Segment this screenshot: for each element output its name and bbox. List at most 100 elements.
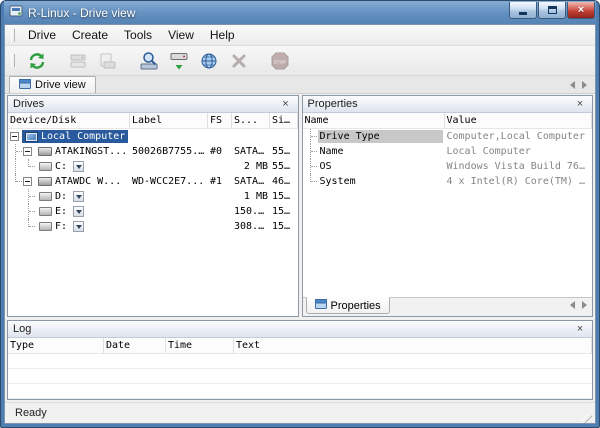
menu-bar: Drive Create Tools View Help <box>5 25 595 46</box>
hard-disk-icon <box>38 147 52 156</box>
status-text: Ready <box>15 407 47 419</box>
tree-expander-icon[interactable] <box>10 132 19 141</box>
property-row[interactable]: System4 x Intel(R) Core(TM) i5-4... <box>303 174 592 189</box>
properties-tab-strip: Properties <box>302 297 592 316</box>
drive-row[interactable]: Local Computer <box>8 129 298 144</box>
menu-view[interactable]: View <box>160 26 202 44</box>
menu-tools[interactable]: Tools <box>116 26 160 44</box>
remove-icon <box>232 54 245 67</box>
network-drives-button[interactable] <box>195 48 222 74</box>
create-image-button[interactable] <box>94 48 121 74</box>
property-row[interactable]: Name Local Computer <box>303 144 593 159</box>
properties-panel-title: Properties <box>307 98 358 110</box>
tree-line <box>10 159 23 174</box>
tab-scroll-right-icon[interactable] <box>582 81 587 89</box>
stop-button[interactable]: STOP <box>266 48 293 74</box>
toolbar: STOP <box>5 46 595 76</box>
tab-label: Drive view <box>35 79 86 91</box>
main-area: Drives × Device/Disk Label FS S... Size … <box>5 94 595 317</box>
column-header-text[interactable]: Text <box>234 338 592 353</box>
window-title: R-Linux - Drive view <box>28 6 136 20</box>
close-icon: × <box>577 3 585 16</box>
open-drive-image-icon <box>70 54 85 67</box>
stop-icon: STOP <box>271 52 288 69</box>
log-panel-close-icon[interactable]: × <box>573 322 587 336</box>
chevron-down-icon[interactable] <box>73 206 85 217</box>
tab-scroll-arrows <box>570 81 591 93</box>
log-panel-title: Log <box>13 323 32 335</box>
drive-row[interactable]: C:2 MB55.9... <box>8 159 298 174</box>
window-controls: × <box>509 2 595 19</box>
column-header-fs[interactable]: FS <box>208 113 232 128</box>
drives-panel: Drives × Device/Disk Label FS S... Size … <box>7 95 299 317</box>
chevron-down-icon[interactable] <box>73 191 85 202</box>
property-row[interactable]: OSWindows Vista Build 7601... <box>303 159 592 174</box>
properties-panel-header: Properties × <box>302 96 592 113</box>
drive-row[interactable]: E:150...158... <box>8 204 298 219</box>
column-header-size[interactable]: Size <box>270 113 298 128</box>
resize-grip[interactable] <box>579 410 592 423</box>
drive-row[interactable]: D:1 MB150... <box>8 189 298 204</box>
column-header-time[interactable]: Time <box>166 338 234 353</box>
partition-icon <box>39 162 52 171</box>
tab-drive-view[interactable]: Drive view <box>9 76 96 93</box>
title-bar[interactable]: R-Linux - Drive view × <box>4 1 596 24</box>
tab-scroll-left-icon[interactable] <box>570 301 575 309</box>
properties-rows: Drive Type Computer,Local Computer Name Loc… <box>303 129 593 297</box>
property-row[interactable]: Drive Type Computer,Local Computer <box>303 129 593 144</box>
drives-panel-close-icon[interactable]: × <box>279 97 293 111</box>
drive-row[interactable]: ATAKINGST...50026B7755...#0SATA2...55.9.… <box>8 144 298 159</box>
log-panel-header: Log × <box>8 321 592 338</box>
tree-line <box>23 219 36 234</box>
client-area: Drive Create Tools View Help STOP Drive … <box>4 24 596 424</box>
maximize-button[interactable] <box>538 2 566 19</box>
column-header-value[interactable]: Value <box>445 113 592 128</box>
column-header-label[interactable]: Label <box>130 113 208 128</box>
minimize-icon <box>519 12 527 15</box>
chevron-down-icon[interactable] <box>73 161 85 172</box>
close-button[interactable]: × <box>567 2 595 19</box>
tab-properties[interactable]: Properties <box>305 297 390 314</box>
recover-files-icon <box>170 52 187 69</box>
tree-line <box>23 189 36 204</box>
tree-expander-icon[interactable] <box>23 147 32 156</box>
log-empty-row <box>8 354 592 369</box>
tab-scroll-left-icon[interactable] <box>570 81 575 89</box>
recover-files-button[interactable] <box>165 48 192 74</box>
tab-scroll-right-icon[interactable] <box>582 301 587 309</box>
properties-column-headers: Name Value <box>302 113 592 129</box>
column-header-date[interactable]: Date <box>104 338 166 353</box>
minimize-button[interactable] <box>509 2 537 19</box>
column-header-start[interactable]: S... <box>232 113 270 128</box>
column-header-type[interactable]: Type <box>8 338 104 353</box>
partition-icon <box>39 207 52 216</box>
app-window: R-Linux - Drive view × Drive Create Tool… <box>0 0 600 428</box>
scan-button[interactable] <box>135 48 162 74</box>
menu-drive[interactable]: Drive <box>20 26 64 44</box>
column-header-name[interactable]: Name <box>303 113 445 128</box>
hard-disk-icon <box>38 177 52 186</box>
properties-panel: Properties × Name Value Drive Type Comput… <box>301 95 593 317</box>
properties-tab-scroll-arrows <box>570 298 589 309</box>
tree-line <box>23 159 36 174</box>
menu-create[interactable]: Create <box>64 26 116 44</box>
menu-help[interactable]: Help <box>202 26 243 44</box>
computer-icon <box>25 131 38 142</box>
drive-row[interactable]: F:308...157... <box>8 219 298 234</box>
maximize-icon <box>547 6 557 14</box>
status-bar: Ready <box>5 402 595 423</box>
chevron-down-icon[interactable] <box>73 221 85 232</box>
tree-line <box>305 159 318 174</box>
tab-bar: Drive view <box>5 76 595 94</box>
tree-line <box>305 144 318 159</box>
tree-expander-icon[interactable] <box>23 177 32 186</box>
drive-row[interactable]: ATAWDC W...WD-WCC2E7...#1SATA2...465... <box>8 174 298 189</box>
properties-panel-close-icon[interactable]: × <box>573 97 587 111</box>
column-header-device[interactable]: Device/Disk <box>8 113 130 128</box>
drives-panel-header: Drives × <box>8 96 298 113</box>
remove-button[interactable] <box>225 48 252 74</box>
tree-line <box>10 219 23 234</box>
log-column-headers: Type Date Time Text <box>8 338 592 354</box>
open-drive-image-button[interactable] <box>64 48 91 74</box>
refresh-button[interactable] <box>23 48 50 74</box>
